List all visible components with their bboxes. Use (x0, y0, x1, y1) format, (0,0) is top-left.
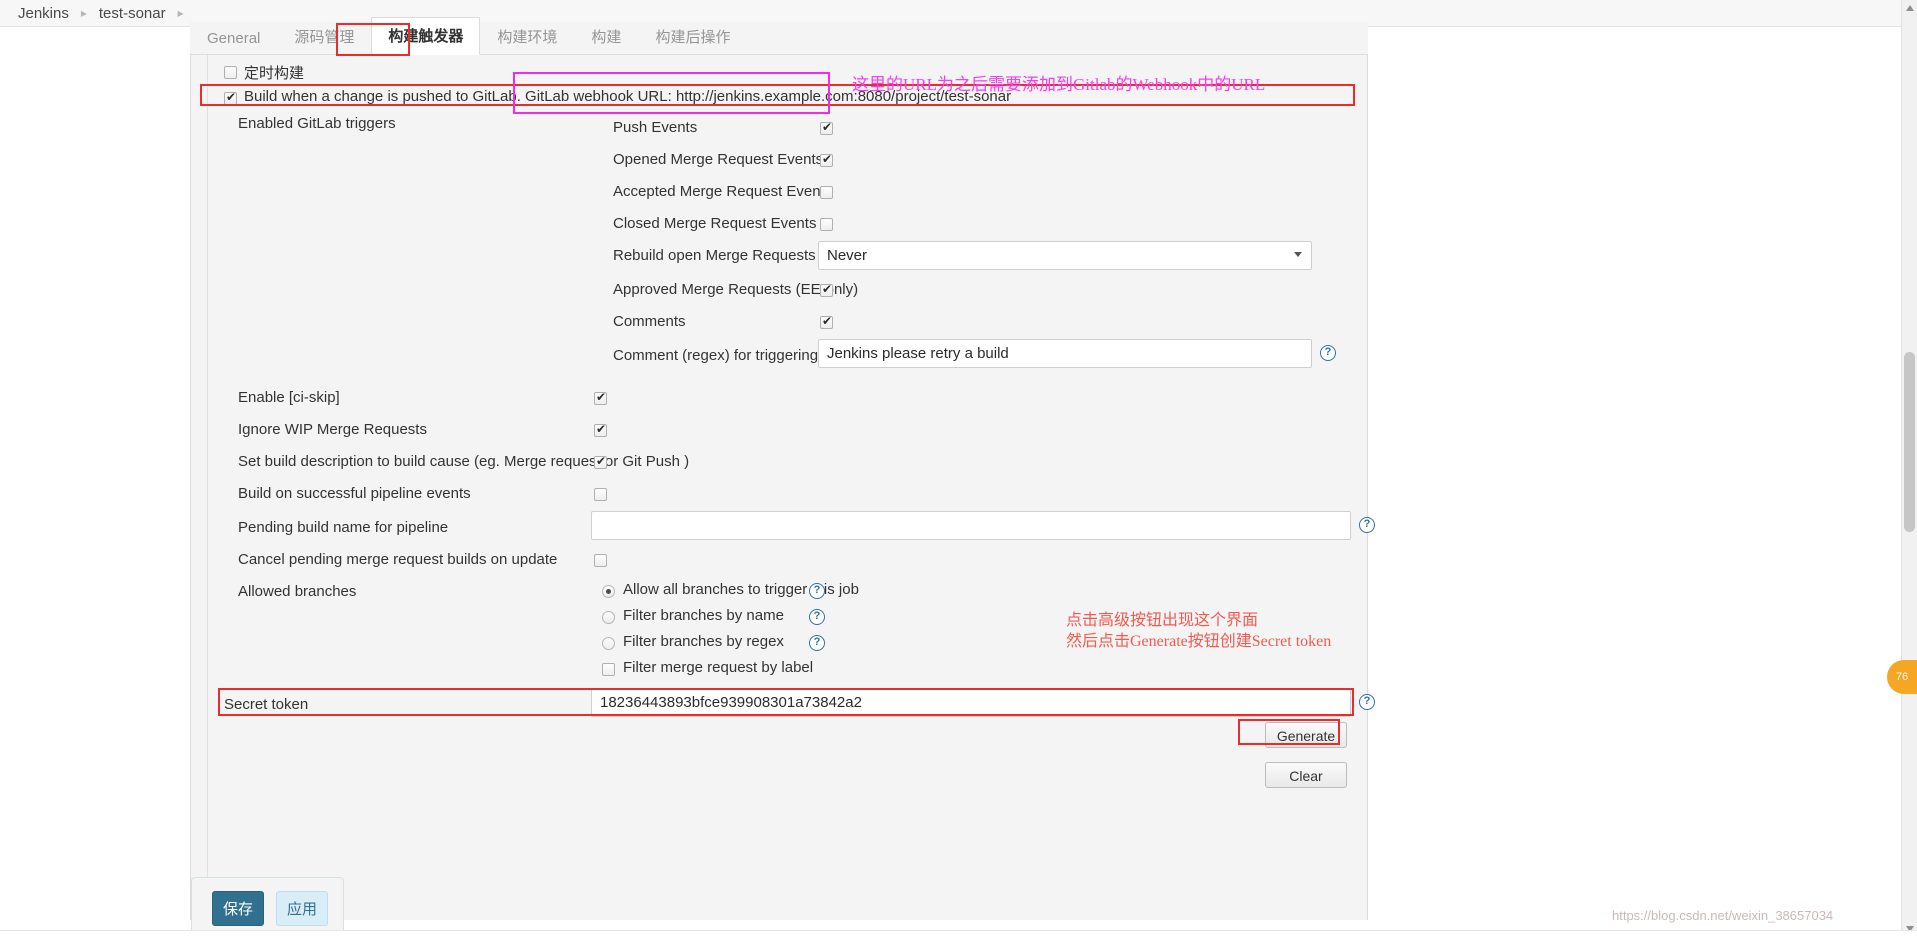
help-icon-pending-build[interactable]: ? (1359, 517, 1375, 533)
tab-general[interactable]: General (190, 22, 277, 55)
comments-label: Comments (613, 313, 686, 330)
help-icon-filter-by-regex[interactable]: ? (809, 635, 825, 651)
radio-filter-branches-by-name-label: Filter branches by name (623, 607, 784, 624)
filter-merge-request-by-label-label: Filter merge request by label (623, 659, 814, 676)
timer-build-checkbox[interactable] (224, 66, 237, 79)
tab-build[interactable]: 构建 (574, 18, 638, 55)
accepted-merge-request-events-label: Accepted Merge Request Events (613, 183, 833, 200)
pending-build-name-label: Pending build name for pipeline (238, 519, 449, 536)
scroll-up-arrow-icon[interactable] (1906, 5, 1914, 11)
gitlab-trigger-checkbox[interactable] (224, 90, 237, 105)
comment-regex-input[interactable]: Jenkins please retry a build (818, 339, 1312, 368)
help-icon-filter-by-name[interactable]: ? (809, 609, 825, 625)
annotation-webhook-note: 这里的URL为之后需要添加到Gitlab的Webhook中的URL (852, 75, 1266, 94)
help-icon-allow-all-branches[interactable]: ? (809, 583, 825, 599)
allowed-branches-label: Allowed branches (238, 583, 357, 600)
radio-filter-branches-by-regex[interactable] (602, 637, 615, 650)
closed-merge-request-events-label: Closed Merge Request Events (613, 215, 817, 232)
panel-body: 定时构建 Build when a change is pushed to Gi… (207, 55, 1375, 920)
tab-post-build-actions[interactable]: 构建后操作 (638, 18, 747, 55)
annotation-secret-note-line2: 然后点击Generate按钮创建Secret token (1066, 633, 1332, 650)
form-action-bar: 保存 应用 (191, 877, 344, 937)
annotation-secret-note-line1: 点击高级按钮出现这个界面 (1066, 612, 1259, 629)
save-button[interactable]: 保存 (212, 891, 264, 926)
jenkins-config-page: Jenkins ▸ test-sonar ▸ General 源码管理 构建触发… (0, 0, 1917, 937)
watermark-text: https://blog.csdn.net/weixin_38657034 (1612, 908, 1834, 923)
breadcrumb-item-test-sonar[interactable]: test-sonar (93, 5, 172, 22)
help-icon-comment-regex[interactable]: ? (1320, 345, 1336, 361)
apply-button[interactable]: 应用 (276, 891, 328, 926)
page-scrollbar[interactable] (1901, 0, 1917, 937)
pending-build-name-input[interactable] (591, 511, 1351, 540)
radio-filter-branches-by-regex-label: Filter branches by regex (623, 633, 784, 650)
cancel-pending-builds-checkbox[interactable] (594, 554, 607, 567)
help-icon-secret-token[interactable]: ? (1359, 694, 1375, 710)
comments-checkbox[interactable] (820, 314, 833, 329)
radio-filter-branches-by-name[interactable] (602, 611, 615, 624)
build-on-pipeline-events-label: Build on successful pipeline events (238, 485, 471, 502)
set-build-description-label: Set build description to build cause (eg… (238, 453, 690, 470)
row-enabled-gitlab-triggers: Enabled GitLab triggers (208, 113, 1356, 139)
filter-merge-request-by-label-checkbox[interactable] (602, 663, 615, 676)
scrollbar-thumb[interactable] (1904, 352, 1915, 532)
build-on-pipeline-events-checkbox[interactable] (594, 488, 607, 501)
breadcrumb-separator-icon-2: ▸ (177, 6, 184, 20)
breadcrumb-item-jenkins[interactable]: Jenkins (12, 5, 75, 22)
build-triggers-panel: 定时构建 Build when a change is pushed to Gi… (190, 55, 1375, 920)
secret-token-input[interactable]: 18236443893bfce939908301a73842a2 (591, 688, 1351, 717)
push-events-label: Push Events (613, 119, 698, 136)
radio-allow-all-branches[interactable] (602, 585, 615, 598)
bottom-strip (0, 930, 1917, 937)
opened-merge-request-events-label: Opened Merge Request Events (613, 151, 824, 168)
breadcrumb-separator-icon: ▸ (80, 6, 87, 20)
approved-merge-requests-checkbox[interactable] (820, 282, 833, 297)
timer-build-label: 定时构建 (244, 65, 305, 82)
set-build-description-checkbox[interactable] (594, 454, 607, 469)
accepted-merge-request-events-checkbox[interactable] (820, 186, 833, 199)
closed-merge-request-events-checkbox[interactable] (820, 218, 833, 231)
clear-button[interactable]: Clear (1265, 762, 1347, 788)
secret-token-label: Secret token (224, 696, 309, 713)
rebuild-open-merge-requests-label: Rebuild open Merge Requests (613, 247, 816, 264)
tab-source-management[interactable]: 源码管理 (277, 18, 371, 55)
generate-button[interactable]: Generate (1265, 722, 1347, 748)
enable-ci-skip-label: Enable [ci-skip] (238, 389, 340, 406)
enabled-gitlab-triggers-label: Enabled GitLab triggers (238, 115, 396, 132)
chevron-down-icon (1294, 252, 1302, 257)
ignore-wip-checkbox[interactable] (594, 422, 607, 437)
enable-ci-skip-checkbox[interactable] (594, 390, 607, 405)
left-gutter (0, 27, 190, 937)
tab-build-environment[interactable]: 构建环境 (480, 18, 574, 55)
opened-merge-request-events-checkbox[interactable] (820, 152, 833, 167)
rebuild-selected-value: Never (827, 247, 868, 264)
floating-badge[interactable]: 76 (1887, 660, 1917, 694)
tab-build-triggers[interactable]: 构建触发器 (371, 17, 481, 55)
cancel-pending-builds-label: Cancel pending merge request builds on u… (238, 551, 558, 568)
ignore-wip-label: Ignore WIP Merge Requests (238, 421, 427, 438)
push-events-checkbox[interactable] (820, 120, 833, 135)
config-tab-bar: General 源码管理 构建触发器 构建环境 构建 构建后操作 (190, 17, 1368, 55)
rebuild-open-merge-requests-select[interactable]: Never (818, 241, 1312, 270)
